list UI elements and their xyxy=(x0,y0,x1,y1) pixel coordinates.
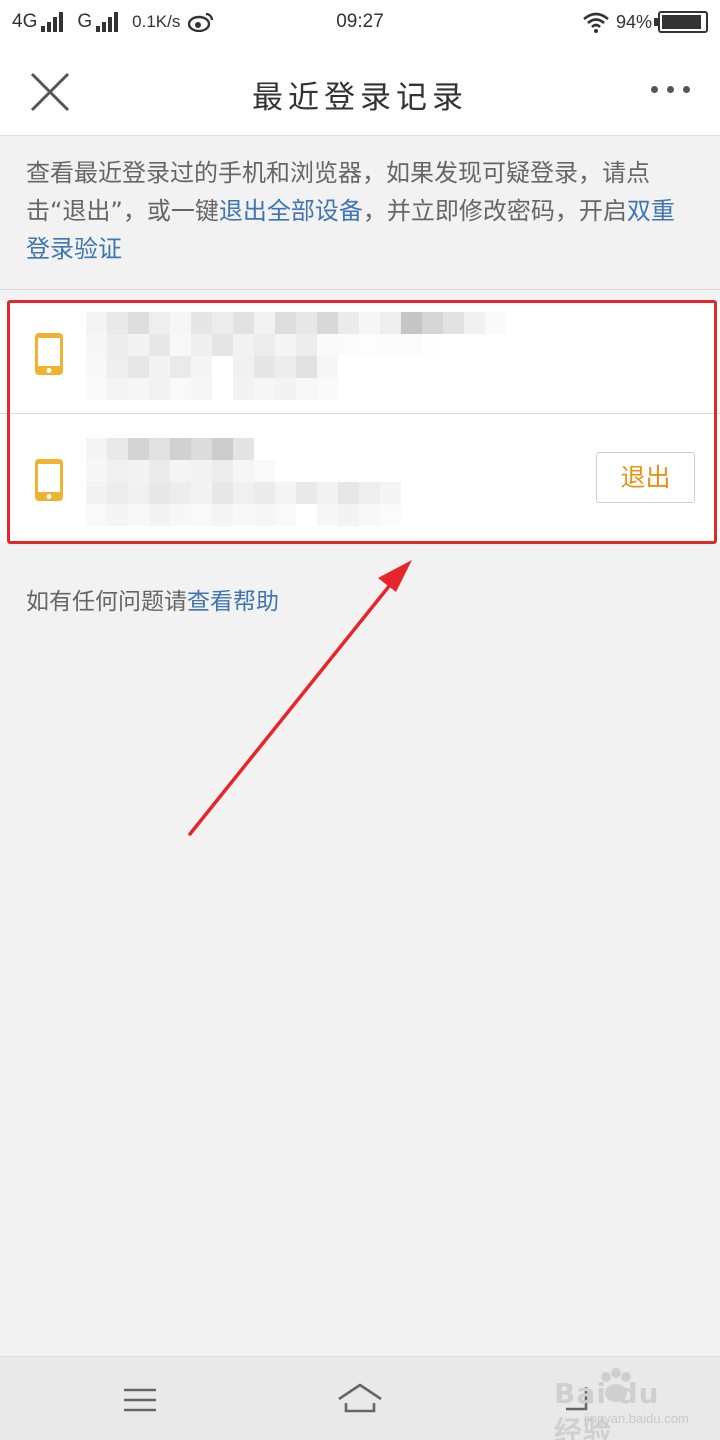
view-help-link[interactable]: 查看帮助 xyxy=(187,589,279,615)
app-header: 最近登录记录 xyxy=(0,46,720,136)
description-text-2: ，并立即修改密码，开启 xyxy=(362,197,627,225)
device-info-redacted xyxy=(86,312,506,400)
device-row xyxy=(0,300,720,414)
device-row: 退出 xyxy=(0,414,720,542)
login-records-description: 查看最近登录过的手机和浏览器，如果发现可疑登录，请点击“退出”，或一键退出全部设… xyxy=(26,154,696,268)
status-bar: 4G G 0.1K/s 09:27 94% xyxy=(0,0,720,46)
logout-device-button[interactable]: 退出 xyxy=(596,452,695,503)
battery-icon xyxy=(654,11,708,33)
help-text: 如有任何问题请查看帮助 xyxy=(26,582,279,616)
logout-all-devices-link[interactable]: 退出全部设备 xyxy=(219,197,363,225)
more-dots-icon xyxy=(651,86,658,93)
watermark-url: jingyan.baidu.com xyxy=(584,1411,689,1426)
menu-icon[interactable] xyxy=(122,1385,158,1415)
divider xyxy=(0,289,720,290)
more-options-button[interactable] xyxy=(642,86,690,93)
system-navigation-bar: Bai du 经验 jingyan.baidu.com xyxy=(0,1356,720,1440)
device-info-redacted xyxy=(86,438,401,526)
phone-icon xyxy=(35,333,63,375)
page-title: 最近登录记录 xyxy=(252,80,468,116)
help-prefix: 如有任何问题请 xyxy=(26,589,187,615)
phone-icon xyxy=(35,459,63,501)
battery-fill xyxy=(662,15,702,29)
home-icon[interactable] xyxy=(336,1381,384,1417)
watermark-brand: Bai du 经验 xyxy=(554,1377,660,1440)
baidu-jingyan-watermark: Bai du 经验 jingyan.baidu.com xyxy=(548,1365,698,1440)
wifi-icon xyxy=(583,12,609,33)
battery-percent: 94% xyxy=(615,11,652,32)
status-right: 94% xyxy=(582,11,708,33)
device-list: 退出 xyxy=(0,300,720,542)
